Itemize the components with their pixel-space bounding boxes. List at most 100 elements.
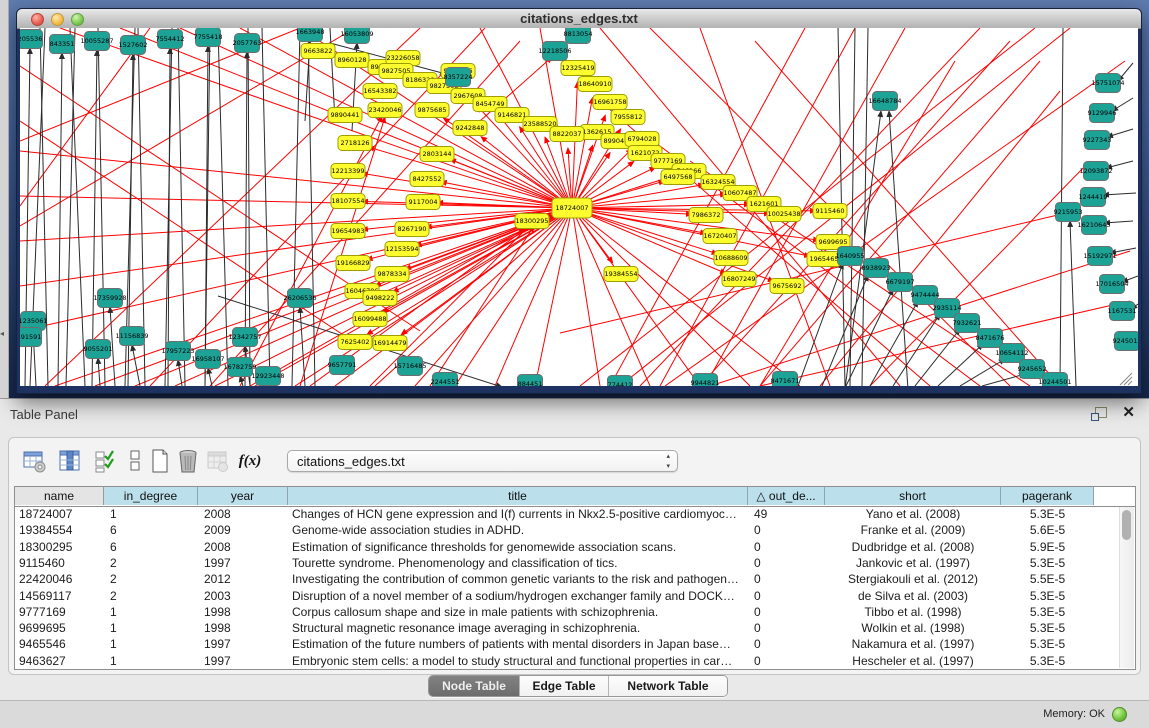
table-cell[interactable]: 14569117 bbox=[15, 588, 108, 604]
table-cell[interactable]: 0 bbox=[748, 555, 831, 571]
graph-node[interactable]: 15192971 bbox=[1083, 247, 1116, 266]
table-cell[interactable]: 2003 bbox=[198, 588, 294, 604]
table-cell[interactable]: 2 bbox=[104, 588, 204, 604]
vertical-scrollbar[interactable] bbox=[1119, 507, 1134, 668]
table-cell[interactable]: 5.3E-5 bbox=[1001, 620, 1094, 636]
table-cell[interactable]: 5.3E-5 bbox=[1001, 636, 1094, 652]
graph-node[interactable]: 15751074 bbox=[1091, 74, 1124, 93]
graph-node[interactable]: 17359928 bbox=[93, 289, 126, 308]
table-cell[interactable]: Jankovic et al. (1997) bbox=[825, 555, 1001, 571]
column-header-title[interactable]: title bbox=[288, 487, 748, 505]
graph-node[interactable]: 16720407 bbox=[703, 229, 737, 244]
delete-table-icon[interactable] bbox=[175, 448, 201, 474]
table-cell[interactable]: Tibbo et al. (1998) bbox=[825, 604, 1001, 620]
graph-node[interactable]: 6679197 bbox=[886, 273, 915, 292]
panel-collapse-arrow-icon[interactable]: ◂ bbox=[0, 330, 4, 338]
table-cell[interactable]: 5.5E-5 bbox=[1001, 571, 1094, 587]
table-cell[interactable]: 0 bbox=[748, 522, 831, 538]
table-cell[interactable]: 9777169 bbox=[15, 604, 108, 620]
graph-node[interactable]: 18107554 bbox=[331, 194, 365, 209]
insert-column-icon[interactable] bbox=[57, 448, 83, 474]
graph-node[interactable]: 19654983 bbox=[331, 224, 365, 239]
table-row[interactable]: 1456911722003Disruption of a novel membe… bbox=[15, 588, 1119, 604]
graph-node[interactable]: 1244419 bbox=[1079, 188, 1108, 207]
table-cell[interactable]: Changes of HCN gene expression and I(f) … bbox=[288, 506, 752, 522]
graph-node[interactable]: 9115460 bbox=[813, 204, 847, 219]
table-cell[interactable]: Estimation of significance thresholds fo… bbox=[288, 539, 752, 555]
table-cell[interactable]: 9699695 bbox=[15, 620, 108, 636]
table-body[interactable]: 1872400712008Changes of HCN gene express… bbox=[15, 506, 1135, 669]
graph-node[interactable]: 6497568 bbox=[661, 170, 695, 185]
table-cell[interactable]: 9115460 bbox=[15, 555, 108, 571]
table-cell[interactable]: 0 bbox=[748, 653, 831, 669]
network-graph[interactable]: 1872400712325419186409101696175879558121… bbox=[20, 28, 1138, 386]
graph-node[interactable]: 2718126 bbox=[338, 136, 372, 151]
graph-node[interactable]: 16961758 bbox=[593, 95, 627, 110]
graph-node[interactable]: 10244501 bbox=[1038, 373, 1071, 387]
table-row[interactable]: 946362711997Embryonic stem cells: a mode… bbox=[15, 653, 1119, 669]
network-window-titlebar[interactable]: citations_edges.txt bbox=[17, 9, 1141, 29]
table-cell[interactable]: 6 bbox=[104, 522, 204, 538]
table-cell[interactable]: 5.3E-5 bbox=[1001, 588, 1094, 604]
close-panel-icon[interactable]: ✕ bbox=[1122, 403, 1135, 421]
graph-node[interactable]: 12093872 bbox=[1079, 162, 1112, 181]
graph-node[interactable]: 884451 bbox=[518, 375, 543, 387]
graph-node[interactable]: 10688609 bbox=[714, 251, 748, 266]
table-cell[interactable]: 1 bbox=[104, 506, 204, 522]
function-builder-icon[interactable]: f(x) bbox=[237, 448, 263, 474]
table-cell[interactable]: 1997 bbox=[198, 555, 294, 571]
graph-node[interactable]: 9242848 bbox=[453, 121, 487, 136]
graph-node[interactable]: 7554412 bbox=[156, 30, 185, 49]
graph-node[interactable]: 16648784 bbox=[868, 92, 901, 111]
table-cell[interactable]: 5.3E-5 bbox=[1001, 604, 1094, 620]
graph-node[interactable]: 17016504 bbox=[1095, 275, 1128, 294]
float-panel-icon[interactable] bbox=[1091, 407, 1107, 421]
table-cell[interactable]: Dudbridge et al. (2008) bbox=[825, 539, 1001, 555]
graph-node[interactable]: 9663822 bbox=[301, 44, 335, 59]
graph-node[interactable]: 16210643 bbox=[1077, 216, 1110, 235]
table-selector-combo[interactable]: citations_edges.txt ▴▾ bbox=[287, 450, 678, 472]
new-table-icon[interactable] bbox=[147, 448, 173, 474]
table-settings-icon[interactable] bbox=[22, 448, 48, 474]
graph-node[interactable]: 12342757 bbox=[228, 328, 261, 347]
table-cell[interactable]: Stergiakouli et al. (2012) bbox=[825, 571, 1001, 587]
graph-node[interactable]: 9878334 bbox=[375, 267, 409, 282]
table-cell[interactable]: Yano et al. (2008) bbox=[825, 506, 1001, 522]
graph-node[interactable]: 11156839 bbox=[115, 327, 148, 346]
graph-node[interactable]: 16099488 bbox=[353, 312, 387, 327]
column-header-year[interactable]: year bbox=[198, 487, 288, 505]
table-cell[interactable]: Franke et al. (2009) bbox=[825, 522, 1001, 538]
column-header-in_degree[interactable]: in_degree bbox=[104, 487, 198, 505]
row-height-icon[interactable] bbox=[122, 448, 148, 474]
graph-node[interactable]: 12218506 bbox=[538, 42, 571, 61]
graph-node[interactable]: 9227343 bbox=[1083, 131, 1112, 150]
graph-node[interactable]: 12213399 bbox=[331, 164, 365, 179]
graph-node[interactable]: 7625402 bbox=[338, 335, 372, 350]
table-row[interactable]: 1830029562008Estimation of significance … bbox=[15, 539, 1119, 555]
graph-node[interactable]: 9245012 bbox=[1113, 332, 1138, 351]
table-type-tabs[interactable]: Node TableEdge TableNetwork Table bbox=[428, 675, 728, 697]
table-cell[interactable]: 18300295 bbox=[15, 539, 108, 555]
table-row[interactable]: 2242004622012Investigating the contribut… bbox=[15, 571, 1119, 587]
table-row[interactable]: 946554611997Estimation of the future num… bbox=[15, 636, 1119, 652]
table-cell[interactable]: 1 bbox=[104, 653, 204, 669]
graph-node[interactable]: 9498222 bbox=[363, 291, 397, 306]
table-cell[interactable]: 0 bbox=[748, 588, 831, 604]
graph-node[interactable]: 9129946 bbox=[1088, 104, 1117, 123]
graph-node[interactable]: 17957223 bbox=[161, 342, 194, 361]
graph-node[interactable]: 6794028 bbox=[625, 132, 659, 147]
graph-node[interactable]: 2244551 bbox=[431, 373, 460, 387]
tab-network-table[interactable]: Network Table bbox=[608, 676, 727, 696]
graph-node[interactable]: 8960128 bbox=[335, 53, 369, 68]
graph-node[interactable]: 18640910 bbox=[578, 77, 612, 92]
table-cell[interactable]: 2 bbox=[104, 571, 204, 587]
table-cell[interactable]: 0 bbox=[748, 636, 831, 652]
graph-node[interactable]: 8822037 bbox=[550, 127, 584, 142]
graph-node[interactable]: 843351 bbox=[50, 35, 75, 54]
graph-node[interactable]: 9675692 bbox=[770, 279, 804, 294]
graph-node[interactable]: 9657791 bbox=[328, 356, 357, 375]
table-cell[interactable]: 2 bbox=[104, 555, 204, 571]
table-cell[interactable]: Structural magnetic resonance image aver… bbox=[288, 620, 752, 636]
graph-node[interactable]: 8813054 bbox=[564, 28, 593, 44]
table-cell[interactable]: 5.3E-5 bbox=[1001, 555, 1094, 571]
